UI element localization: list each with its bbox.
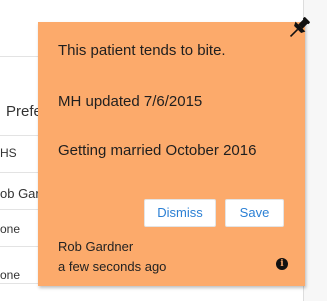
background-cell: ob Gar [0,186,40,201]
note-line: Getting married October 2016 [58,142,257,159]
row-divider [0,172,40,173]
note-author: Rob Gardner [58,239,134,254]
save-button[interactable]: Save [225,199,284,227]
background-right-panel [304,0,327,301]
row-divider [0,246,40,247]
row-divider [0,283,40,284]
row-divider [0,209,40,210]
note-timestamp: a few seconds ago [58,259,167,274]
row-divider [0,56,40,57]
background-cell: one [0,222,21,236]
info-icon[interactable]: i [276,258,288,270]
note-line: This patient tends to bite. [58,42,226,59]
sticky-note: This patient tends to bite. MH updated 7… [38,22,305,286]
background-column-header: HS [0,146,17,160]
note-line: MH updated 7/6/2015 [58,93,203,110]
pushpin-icon[interactable] [285,14,313,42]
row-divider [0,135,40,136]
dismiss-button[interactable]: Dismiss [144,199,216,227]
background-tab-label: Prefe [6,103,42,120]
background-cell: one [0,268,21,282]
